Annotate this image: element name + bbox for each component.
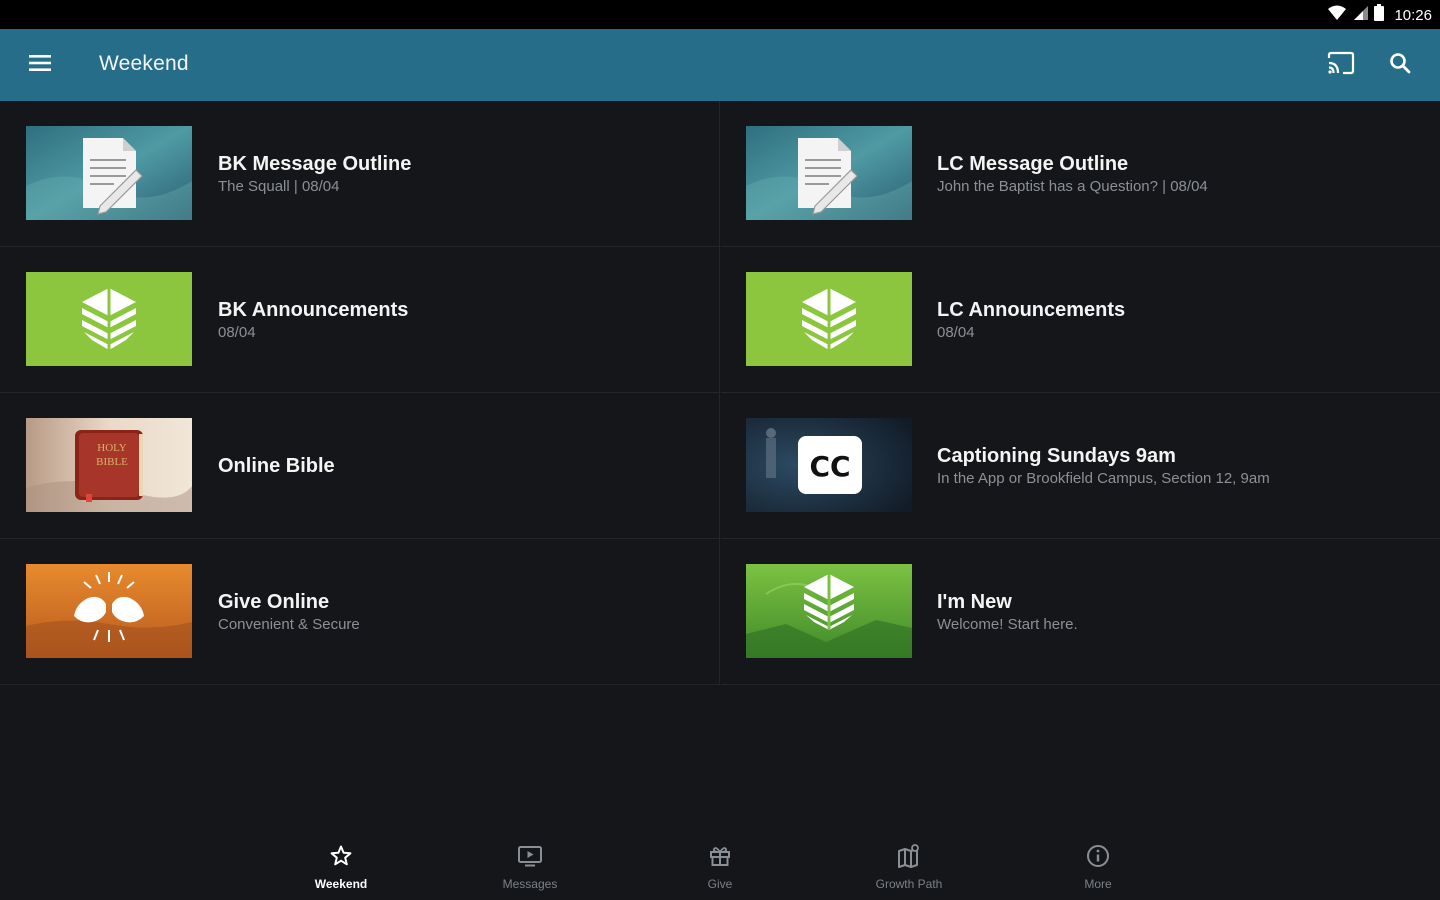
nav-label: Weekend <box>314 877 368 891</box>
card-thumbnail: HOLY BIBLE <box>26 418 192 512</box>
card-text: Online Bible <box>218 393 335 539</box>
card-text: LC Announcements 08/04 <box>937 247 1125 393</box>
card-thumbnail <box>746 272 912 366</box>
card-thumbnail <box>26 126 192 220</box>
card-subtitle: In the App or Brookfield Campus, Section… <box>937 469 1270 487</box>
nav-tab-weekend[interactable]: Weekend <box>281 844 401 894</box>
nav-label: Give <box>707 877 733 891</box>
card-captioning-sundays[interactable]: CC Captioning Sundays 9am In the App or … <box>721 393 1440 539</box>
card-title: LC Message Outline <box>937 152 1129 175</box>
card-title: I'm New <box>937 590 1012 613</box>
nav-tab-give[interactable]: Give <box>660 844 780 894</box>
nav-tab-more[interactable]: More <box>1038 844 1158 894</box>
card-text: BK Announcements 08/04 <box>218 247 408 393</box>
card-lc-message-outline[interactable]: LC Message Outline John the Baptist has … <box>721 101 1440 247</box>
status-bar: 10:26 <box>0 0 1440 29</box>
info-icon <box>1086 844 1110 873</box>
card-text: LC Message Outline John the Baptist has … <box>937 101 1208 247</box>
nav-tab-growth-path[interactable]: Growth Path <box>849 844 969 894</box>
bible-icon: HOLY BIBLE <box>75 430 143 502</box>
status-time: 10:26 <box>1394 6 1432 24</box>
nav-label: Messages <box>502 877 558 891</box>
card-lc-announcements[interactable]: LC Announcements 08/04 <box>721 247 1440 393</box>
bible-cover-line1: HOLY <box>97 442 127 454</box>
card-text: Give Online Convenient & Secure <box>218 539 360 685</box>
card-thumbnail: CC <box>746 418 912 512</box>
cast-button[interactable] <box>1321 45 1361 85</box>
card-subtitle: The Squall | 08/04 <box>218 177 340 195</box>
card-title: Captioning Sundays 9am <box>937 444 1176 467</box>
status-icons: 10:26 <box>1328 4 1432 26</box>
card-thumbnail <box>26 272 192 366</box>
wifi-icon <box>1328 5 1347 26</box>
nav-tab-messages[interactable]: Messages <box>470 844 590 894</box>
card-title: BK Message Outline <box>218 152 412 175</box>
document-icon <box>798 138 858 215</box>
card-text: BK Message Outline The Squall | 08/04 <box>218 101 411 247</box>
nav-label: Growth Path <box>875 877 943 891</box>
nav-label: More <box>1084 877 1112 891</box>
cast-icon <box>1327 51 1355 80</box>
card-thumbnail <box>746 126 912 220</box>
app-bar: Weekend <box>0 29 1440 101</box>
page-title: Weekend <box>99 52 189 75</box>
card-title: LC Announcements <box>937 298 1126 321</box>
closed-caption-icon: CC <box>809 450 850 483</box>
card-text: I'm New Welcome! Start here. <box>937 539 1078 685</box>
card-subtitle: 08/04 <box>218 323 256 341</box>
map-icon <box>896 844 922 873</box>
card-title: Give Online <box>218 590 330 613</box>
card-title: BK Announcements <box>218 298 409 321</box>
document-icon <box>83 138 143 215</box>
gift-icon <box>708 844 732 873</box>
card-text: Captioning Sundays 9am In the App or Bro… <box>937 393 1270 539</box>
card-online-bible[interactable]: HOLY BIBLE Online Bible <box>0 393 720 539</box>
star-icon <box>329 844 353 873</box>
search-icon <box>1389 52 1411 79</box>
card-im-new[interactable]: I'm New Welcome! Start here. <box>721 539 1440 685</box>
search-button[interactable] <box>1380 45 1420 85</box>
bottom-navigation: Weekend Messages Give Growth Path More <box>0 830 1440 900</box>
card-thumbnail <box>746 564 912 658</box>
card-subtitle: Welcome! Start here. <box>937 615 1078 633</box>
card-subtitle: Convenient & Secure <box>218 615 360 633</box>
card-subtitle: John the Baptist has a Question? | 08/04 <box>937 177 1208 195</box>
tv-play-icon <box>517 844 543 873</box>
card-thumbnail <box>26 564 192 658</box>
content-grid: BK Message Outline The Squall | 08/04 LC… <box>0 101 1440 686</box>
menu-icon <box>29 54 51 77</box>
battery-icon <box>1374 4 1385 26</box>
card-give-online[interactable]: Give Online Convenient & Secure <box>0 539 720 685</box>
card-bk-announcements[interactable]: BK Announcements 08/04 <box>0 247 720 393</box>
bible-cover-line2: BIBLE <box>96 456 128 468</box>
menu-button[interactable] <box>20 45 60 85</box>
cell-signal-icon <box>1352 5 1369 26</box>
card-subtitle: 08/04 <box>937 323 975 341</box>
card-bk-message-outline[interactable]: BK Message Outline The Squall | 08/04 <box>0 101 720 247</box>
card-title: Online Bible <box>218 455 335 477</box>
